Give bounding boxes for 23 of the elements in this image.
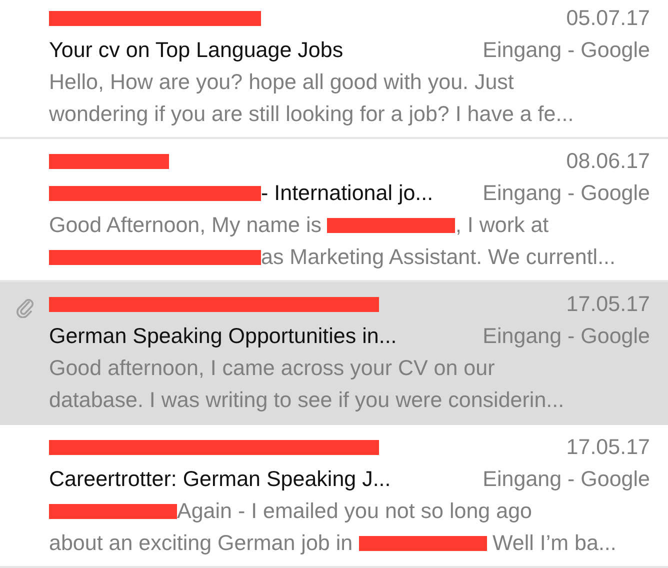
message-preview: as Marketing Assistant. We currentl...	[261, 244, 616, 270]
message-subject: - International jo...	[261, 180, 434, 206]
message-subject: Careertrotter: German Speaking J...	[49, 466, 391, 492]
message-date: 17.05.17	[566, 292, 650, 316]
message-preview: Good afternoon, I came across your CV on our	[49, 356, 495, 380]
message-date: 17.05.17	[566, 434, 650, 460]
mailbox-label: Eingang - Google	[482, 38, 650, 62]
message-row[interactable]: 17.05.17 German Speaking Opportunities in... Eingang - Google Good afternoon, I came across your CV on our database. I was writing to see if you were considerin...	[0, 282, 668, 425]
message-preview: Well I’m ba...	[492, 530, 616, 556]
mailbox-label: Eingang - Google	[482, 466, 650, 492]
message-subject: German Speaking Opportunities in...	[49, 324, 397, 348]
message-preview: database. I was writing to see if you were considerin...	[49, 388, 564, 412]
message-preview: wondering if you are still looking for a job? I have a fe...	[49, 102, 574, 126]
message-subject: Your cv on Top Language Jobs	[49, 38, 344, 62]
message-preview: Hello, How are you? hope all good with you. Just	[49, 70, 514, 94]
message-preview: Good Afternoon, My name is	[49, 212, 322, 238]
message-preview: , I work at	[455, 212, 549, 238]
mailbox-label: Eingang - Google	[482, 180, 650, 206]
mailbox-label: Eingang - Google	[482, 324, 650, 348]
message-date: 05.07.17	[566, 6, 650, 30]
message-date: 08.06.17	[566, 148, 650, 174]
message-preview: Again - I emailed you not so long ago	[177, 498, 532, 524]
message-preview: about an exciting German job in	[49, 530, 354, 556]
